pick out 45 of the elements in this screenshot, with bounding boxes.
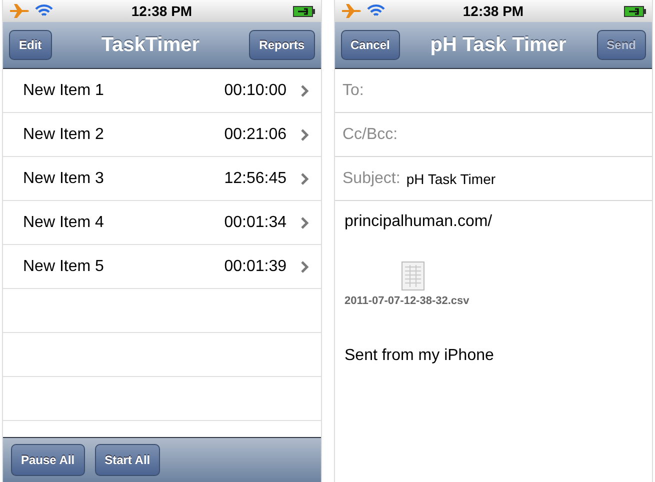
task-row[interactable]: New Item 1 00:10:00 (3, 69, 320, 113)
nav-button[interactable]: Reports (249, 30, 314, 60)
task-name: New Item 4 (23, 214, 105, 232)
nav-button[interactable]: Cancel (340, 30, 400, 60)
status-time: 12:38 PM (131, 3, 192, 19)
nav-title: TaskTimer (101, 34, 200, 56)
spreadsheet-icon (400, 261, 424, 291)
body-link[interactable]: principalhuman.com/ (344, 213, 492, 231)
battery-icon (624, 6, 646, 16)
chevron-icon (300, 84, 308, 96)
mail-field[interactable]: Cc/Bcc: (334, 113, 652, 157)
task-row[interactable]: New Item 4 00:01:34 (3, 201, 320, 245)
task-time: 00:01:34 (224, 214, 286, 232)
wifi-icon (35, 4, 53, 18)
field-label: Cc/Bcc: (342, 126, 398, 144)
task-time: 12:56:45 (224, 170, 286, 188)
task-name: New Item 1 (23, 82, 105, 100)
battery-icon (292, 6, 314, 16)
toolbar-button[interactable]: Pause All (11, 444, 85, 476)
toolbar-button[interactable]: Start All (94, 444, 160, 476)
chevron-icon (300, 216, 308, 228)
task-time: 00:01:39 (224, 258, 286, 276)
nav-title: pH Task Timer (430, 34, 566, 56)
wifi-icon (366, 4, 384, 18)
field-label: Subject: (342, 170, 400, 188)
field-label: To: (342, 82, 364, 100)
task-row[interactable]: New Item 3 12:56:45 (3, 157, 320, 201)
airplane-icon (9, 4, 29, 18)
airplane-icon (340, 4, 360, 18)
mail-field[interactable]: To: (334, 69, 652, 113)
mail-field[interactable]: Subject: pH Task Timer (334, 157, 652, 201)
field-value: pH Task Timer (406, 170, 496, 186)
task-time: 00:10:00 (224, 82, 286, 100)
chevron-icon (300, 260, 308, 272)
task-name: New Item 2 (23, 126, 105, 144)
task-name: New Item 5 (23, 258, 105, 276)
status-time: 12:38 PM (462, 3, 524, 19)
task-name: New Item 3 (23, 170, 105, 188)
task-row[interactable]: New Item 2 00:21:06 (3, 113, 320, 157)
attachment-name[interactable]: 2011-07-07-12-38-32.csv (344, 295, 470, 307)
task-time: 00:21:06 (224, 126, 286, 144)
nav-button[interactable]: Edit (9, 30, 52, 60)
chevron-icon (300, 172, 308, 184)
signature-text: Sent from my iPhone (344, 347, 494, 365)
chevron-icon (300, 128, 308, 140)
